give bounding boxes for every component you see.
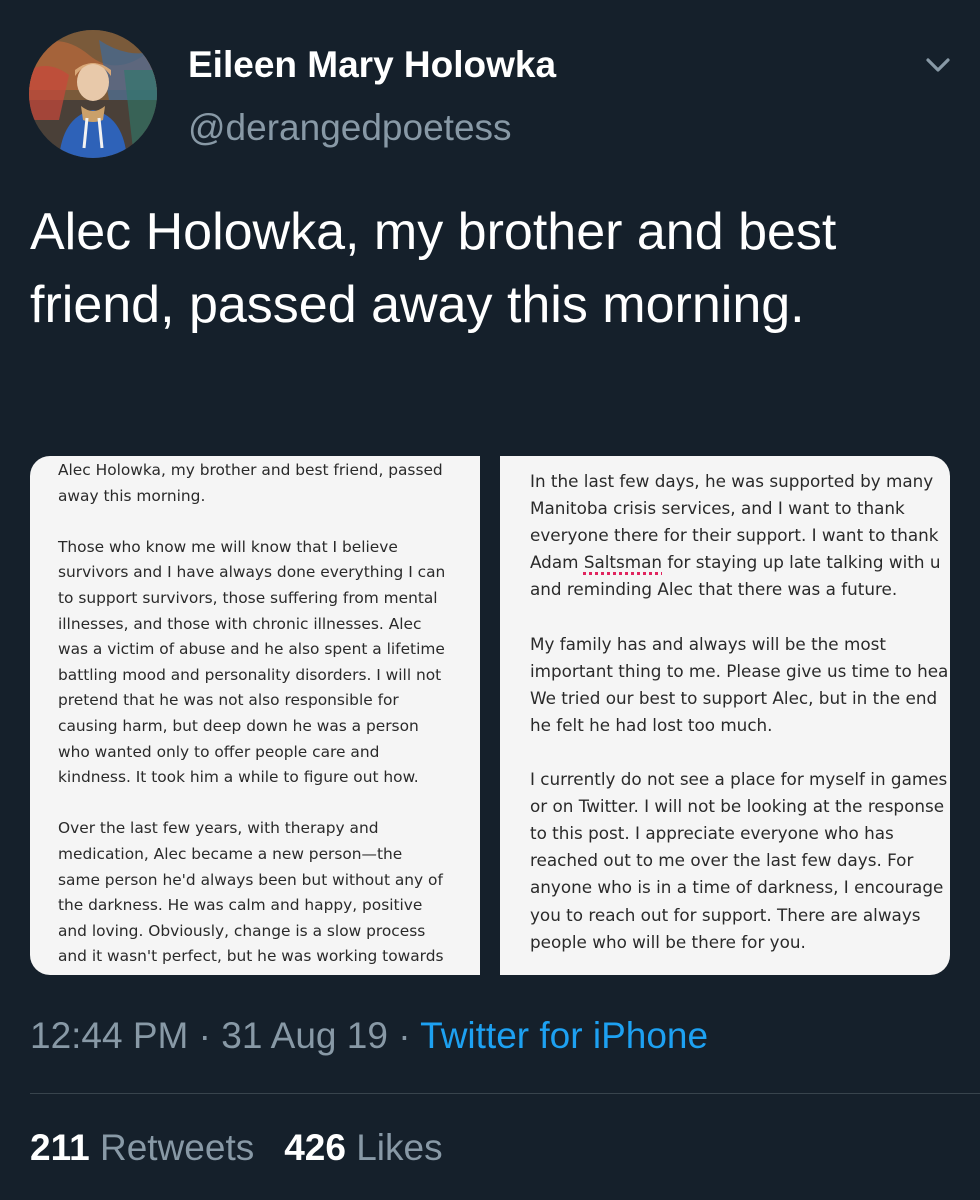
tweet-image-2[interactable]: In the last few days, he was supported b… [500,456,950,975]
tweet-image-1[interactable]: Alec Holowka, my brother and best friend… [30,456,480,975]
meta-separator: · [188,1015,222,1056]
likes-stat[interactable]: 426 Likes [284,1127,442,1168]
tweet-time[interactable]: 12:44 PM [30,1015,188,1056]
tweet-source-link[interactable]: Twitter for iPhone [420,1015,708,1056]
retweets-stat[interactable]: 211 Retweets [30,1127,254,1168]
divider [30,1093,980,1094]
meta-separator: · [387,1015,421,1056]
retweets-count: 211 [30,1127,90,1168]
tweet-text: Alec Holowka, my brother and best friend… [30,203,837,334]
avatar[interactable] [29,30,157,158]
author-handle[interactable]: @derangedpoetess [188,107,512,149]
note-text-after-name: for staying up late talking with u and r… [530,552,949,952]
tweet-menu-button[interactable] [921,52,955,78]
profile-photo-icon [29,30,157,158]
spellcheck-underlined-word: Saltsman [583,552,662,573]
likes-label: Likes [356,1127,443,1168]
likes-count: 426 [284,1127,346,1168]
tweet-stats: 211 Retweets 426 Likes [30,1127,443,1169]
tweet-image-1-text: Alec Holowka, my brother and best friend… [58,461,446,975]
tweet-date[interactable]: 31 Aug 19 [221,1015,388,1056]
author-display-name[interactable]: Eileen Mary Holowka [188,44,556,86]
tweet-meta: 12:44 PM · 31 Aug 19 · Twitter for iPhon… [30,1015,708,1057]
retweets-label: Retweets [99,1127,255,1168]
chevron-down-icon [926,58,950,72]
tweet-image-2-text: In the last few days, he was supported b… [530,468,950,956]
